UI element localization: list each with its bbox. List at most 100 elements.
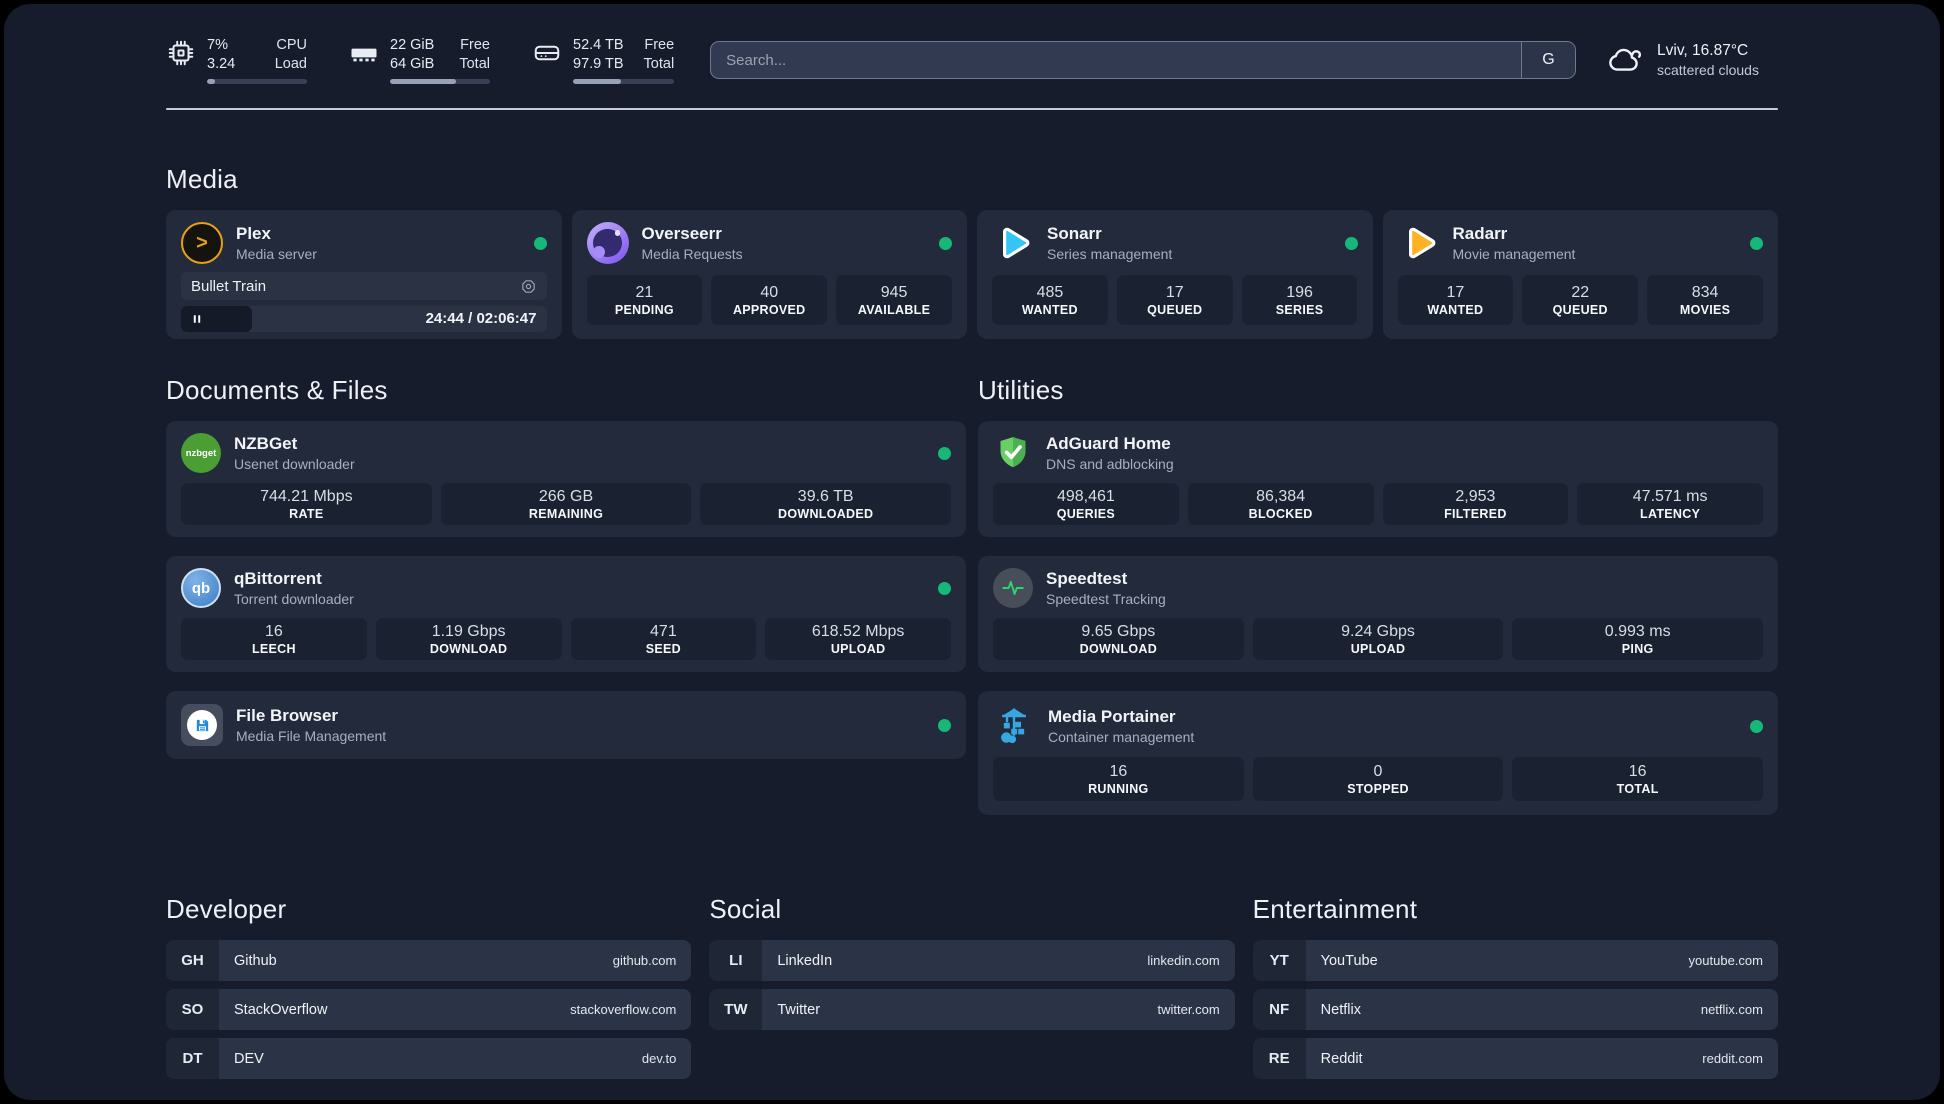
cpu-progress-bar [207, 79, 307, 84]
bookmark-name: DEV [234, 1050, 264, 1067]
app-subtitle: Torrent downloader [234, 591, 354, 607]
app-card-filebrowser[interactable]: File Browser Media File Management [166, 691, 966, 759]
ram-label-top: Free [460, 37, 490, 53]
nzbget-icon: nzbget [181, 433, 221, 473]
adguard-icon [993, 433, 1033, 473]
app-title: Overseerr [641, 224, 722, 243]
cpu-progress-fill [207, 79, 215, 84]
bookmark-dev[interactable]: DT DEV dev.to [166, 1038, 692, 1079]
overseerr-icon [586, 222, 629, 264]
app-card-portainer[interactable]: Media Portainer Container management 16 R… [978, 691, 1778, 815]
stat-tile-available: 945 AVAILABLE [836, 275, 952, 325]
bookmark-netflix[interactable]: NF Netflix netflix.com [1252, 989, 1778, 1030]
header-divider [166, 108, 1778, 110]
ram-stat: 22 GiB 64 GiB Free Total [349, 36, 490, 84]
app-card-adguard[interactable]: AdGuard Home DNS and adblocking 498,461 Q… [978, 421, 1778, 537]
now-playing-row: Bullet Train [181, 272, 547, 300]
disk-label-bottom: Total [643, 56, 675, 72]
app-card-nzbget[interactable]: nzbget NZBGet Usenet downloader 744.21 M… [166, 421, 966, 537]
cpu-icon [166, 38, 196, 68]
cpu-label-bottom: Load [274, 56, 307, 72]
stat-tile-movies: 834 MOVIES [1647, 275, 1763, 325]
bookmark-linkedin[interactable]: LI LinkedIn linkedin.com [709, 940, 1235, 981]
stat-tile-leech: 16 LEECH [181, 618, 367, 660]
stat-tile-rate: 744.21 Mbps RATE [181, 483, 432, 525]
weather-location-temp: Lviv, 16.87°C [1657, 42, 1749, 59]
top-bar: 7% 3.24 CPU Load 22 GiB 64 GiB Free Tota… [166, 4, 1778, 84]
stat-tile-upload: 9.24 Gbps UPLOAD [1252, 618, 1504, 660]
disk-icon [532, 38, 562, 68]
bookmark-stackoverflow[interactable]: SO StackOverflow stackoverflow.com [166, 989, 692, 1030]
stat-tile-ping: 0.993 ms PING [1512, 618, 1764, 660]
bookmark-url: netflix.com [1700, 1002, 1763, 1017]
pause-icon [190, 312, 204, 326]
stat-tile-queries: 498,461 QUERIES [993, 483, 1179, 525]
stat-tile-series: 196 SERIES [1241, 275, 1358, 325]
ram-label-bottom: Total [459, 56, 490, 72]
stat-tile-wanted: 17 WANTED [1397, 275, 1514, 325]
stat-tile-stopped: 0 STOPPED [1252, 757, 1504, 801]
status-dot [938, 581, 951, 595]
disk-stat: 52.4 TB 97.9 TB Free Total [532, 36, 675, 84]
app-title: Radarr [1452, 224, 1508, 243]
search-input[interactable] [711, 42, 1521, 78]
status-dot [938, 446, 951, 460]
section-title-entertainment: Entertainment [1252, 894, 1418, 924]
now-playing-title: Bullet Train [191, 277, 267, 295]
stat-tile-downloaded: 39.6 TB DOWNLOADED [700, 483, 952, 525]
app-title: Media Portainer [1048, 707, 1176, 726]
weather-condition: scattered clouds [1657, 62, 1759, 78]
speedtest-icon [993, 568, 1033, 608]
bookmark-abbr: LI [709, 940, 763, 981]
stat-tile-blocked: 86,384 BLOCKED [1187, 483, 1374, 525]
bookmark-github[interactable]: GH Github github.com [166, 940, 692, 981]
section-title-developer: Developer [166, 894, 287, 924]
stat-tile-running: 16 RUNNING [993, 757, 1244, 801]
stat-tile-wanted: 485 WANTED [992, 275, 1108, 325]
camera-icon [520, 278, 537, 295]
stat-tile-download: 1.19 Gbps DOWNLOAD [375, 618, 562, 660]
app-title: qBittorrent [234, 569, 322, 588]
bookmark-name: Netflix [1320, 1001, 1361, 1018]
app-title: Sonarr [1047, 224, 1102, 243]
weather-widget: Lviv, 16.87°C scattered clouds [1606, 41, 1778, 79]
bookmark-name: YouTube [1320, 952, 1378, 969]
radarr-icon [1398, 222, 1440, 264]
app-card-speedtest[interactable]: Speedtest Speedtest Tracking 9.65 Gbps DO… [978, 556, 1778, 672]
status-dot [939, 236, 952, 250]
stat-tile-upload: 618.52 Mbps UPLOAD [765, 618, 951, 660]
ram-free: 22 GiB [390, 37, 435, 53]
bookmark-name: Github [234, 952, 277, 969]
app-subtitle: Series management [1047, 246, 1173, 262]
stat-tile-queued: 17 QUEUED [1116, 275, 1233, 325]
bookmark-url: github.com [612, 953, 677, 968]
bookmark-twitter[interactable]: TW Twitter twitter.com [709, 989, 1235, 1030]
bookmark-url: linkedin.com [1147, 953, 1220, 968]
app-title: AdGuard Home [1046, 434, 1171, 453]
stat-tile-latency: 47.571 ms LATENCY [1577, 483, 1763, 525]
search-engine-button[interactable]: G [1521, 42, 1575, 78]
stat-tile-total: 16 TOTAL [1512, 757, 1764, 801]
bookmark-reddit[interactable]: RE Reddit reddit.com [1252, 1038, 1778, 1079]
disk-progress-bar [573, 79, 675, 84]
sonarr-icon [992, 222, 1034, 264]
disk-progress-fill [573, 79, 621, 84]
app-card-sonarr[interactable]: Sonarr Series management 485 WANTED 17 QUE… [977, 210, 1373, 339]
bookmark-youtube[interactable]: YT YouTube youtube.com [1252, 940, 1778, 981]
search-bar: G [710, 41, 1576, 79]
bookmark-url: twitter.com [1157, 1002, 1220, 1017]
section-title-documents: Documents & Files [166, 375, 388, 405]
app-card-radarr[interactable]: Radarr Movie management 17 WANTED 22 QUEUE… [1382, 210, 1778, 339]
bookmark-url: reddit.com [1702, 1051, 1763, 1066]
app-card-overseerr[interactable]: Overseerr Media Requests 21 PENDING 40 APP… [571, 210, 967, 339]
dashboard-frame: 7% 3.24 CPU Load 22 GiB 64 GiB Free Tota… [4, 4, 1940, 1100]
ram-total: 64 GiB [390, 56, 435, 72]
app-card-qbittorrent[interactable]: qb qBittorrent Torrent downloader 16 LEEC… [166, 556, 966, 672]
cpu-load-value: 3.24 [207, 56, 236, 72]
app-card-plex[interactable]: > Plex Media server Bullet Train 24:44 /… [166, 210, 562, 339]
bookmark-name: LinkedIn [777, 952, 833, 969]
cpu-label-top: CPU [276, 37, 307, 53]
app-subtitle: Speedtest Tracking [1046, 591, 1166, 607]
disk-free: 52.4 TB [573, 37, 624, 53]
bookmark-abbr: RE [1252, 1038, 1306, 1079]
